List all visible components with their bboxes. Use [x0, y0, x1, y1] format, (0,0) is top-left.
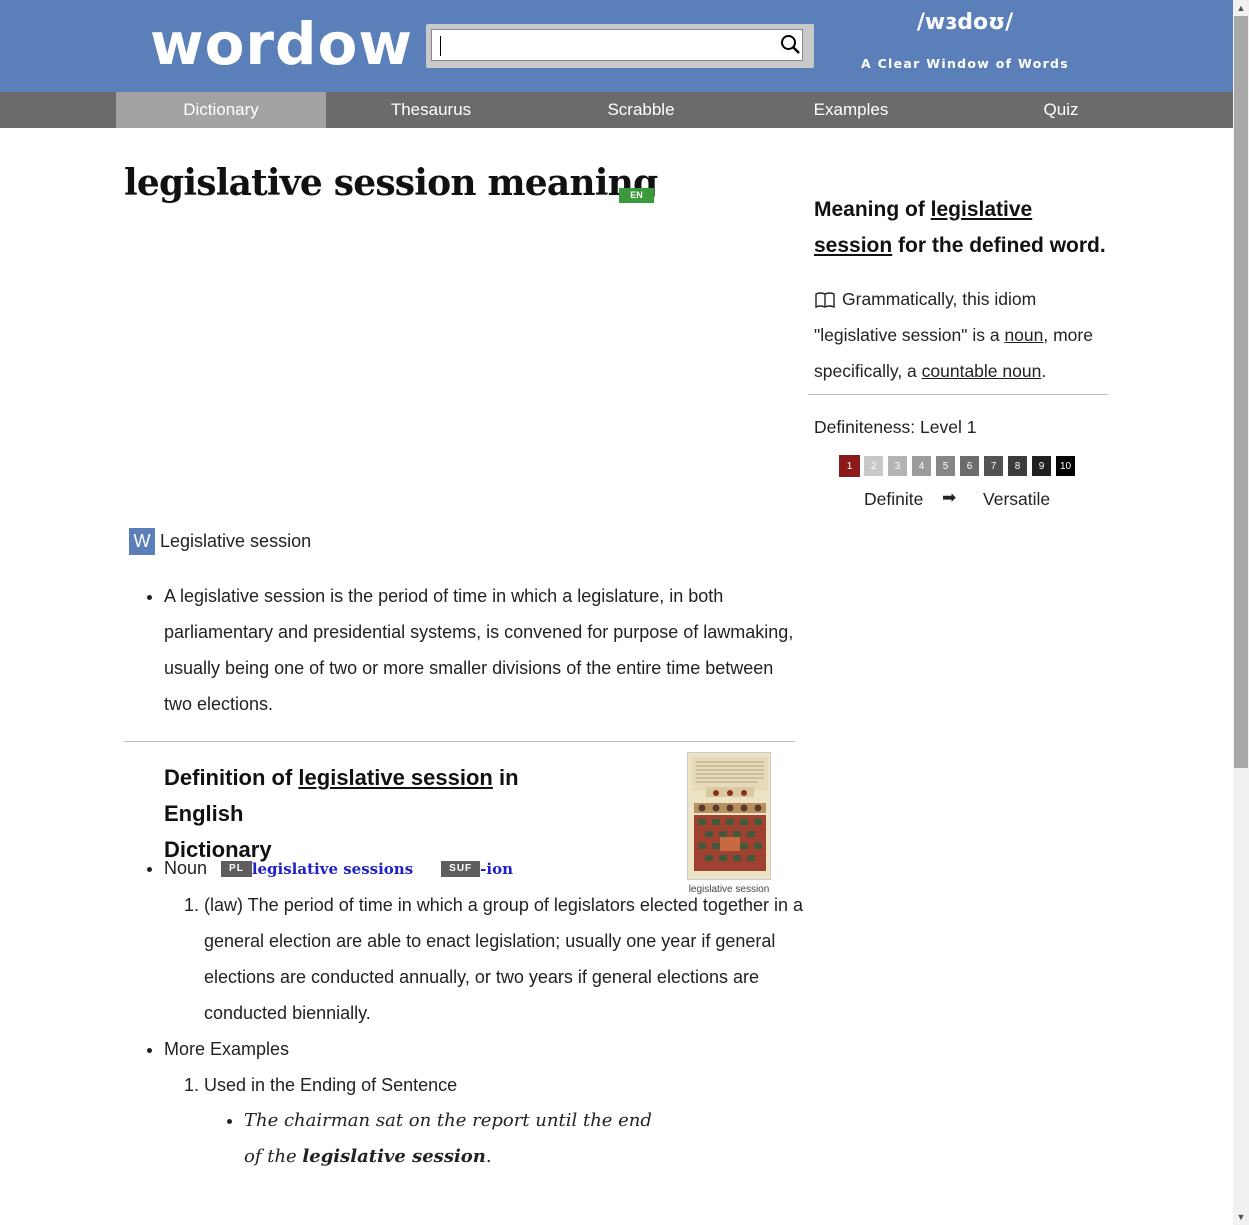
site-header: wordow /wɜdoʊ/ A Clear Window of Words	[0, 0, 1233, 92]
more-examples-item: More Examples Used in the Ending of Sent…	[164, 1031, 824, 1175]
level-5: 5	[935, 455, 956, 477]
example-group-list: Used in the Ending of Sentence The chair…	[164, 1067, 824, 1175]
nav-scrabble[interactable]: Scrabble	[536, 92, 746, 128]
nav-dictionary[interactable]: Dictionary	[116, 92, 326, 128]
site-pronunciation: /wɜdoʊ/	[916, 10, 1014, 35]
definition-heading-prefix: Definition of	[164, 765, 299, 790]
scroll-down-arrow-icon[interactable]: ▼	[1233, 1209, 1249, 1225]
example-text-after: .	[485, 1146, 492, 1167]
wiki-title: Legislative session	[160, 531, 312, 551]
example-sentence: The chairman sat on the report until the…	[244, 1103, 674, 1175]
level-4: 4	[911, 455, 932, 477]
search-input[interactable]	[431, 29, 803, 61]
nav-thesaurus[interactable]: Thesaurus	[326, 92, 536, 128]
nav-examples[interactable]: Examples	[746, 92, 956, 128]
suffix-tag: SUF	[441, 861, 481, 878]
language-badge: EN	[619, 188, 654, 203]
search-icon[interactable]	[780, 34, 800, 54]
nav-quiz[interactable]: Quiz	[956, 92, 1166, 128]
definiteness-label: Definiteness: Level 1	[814, 417, 977, 437]
sidebar-heading-prefix: Meaning of	[814, 198, 931, 221]
example-group-item: Used in the Ending of Sentence The chair…	[204, 1067, 824, 1175]
arrow-right-icon: ➡	[942, 488, 957, 507]
wikipedia-icon: W	[129, 528, 155, 555]
site-tagline: A Clear Window of Words	[860, 56, 1070, 71]
grammar-note: Grammatically, this idiom "legislative s…	[814, 281, 1106, 389]
part-of-speech: Noun	[164, 858, 208, 878]
part-of-speech-item: Noun PLlegislative sessions SUF-ion (law) …	[164, 850, 824, 1031]
level-9: 9	[1031, 455, 1052, 477]
level-6: 6	[959, 455, 980, 477]
main-nav: Dictionary Thesaurus Scrabble Examples Q…	[0, 92, 1233, 128]
page-title: legislative session meaning	[124, 162, 658, 204]
level-7: 7	[983, 455, 1004, 477]
example-highlight: legislative session	[302, 1146, 486, 1167]
wiki-definition-list: A legislative session is the period of t…	[142, 578, 804, 722]
suffix-link[interactable]: -ion	[480, 860, 513, 878]
plural-tag: PL	[221, 861, 252, 878]
text-caret	[440, 36, 441, 56]
vertical-scrollbar[interactable]: ▲ ▼	[1233, 0, 1249, 1225]
page: wordow /wɜdoʊ/ A Clear Window of Words D…	[0, 0, 1233, 1225]
grammar-end: .	[1041, 361, 1047, 381]
more-examples-label: More Examples	[164, 1039, 290, 1059]
sense-item: (law) The period of time in which a grou…	[204, 887, 824, 1031]
wiki-definition: A legislative session is the period of t…	[164, 578, 804, 722]
example-list: The chairman sat on the report until the…	[204, 1103, 824, 1175]
example-group-label: Used in the Ending of Sentence	[204, 1075, 458, 1095]
definition-list: Noun PLlegislative sessions SUF-ion (law) …	[142, 850, 824, 1175]
level-2: 2	[863, 455, 884, 477]
level-3: 3	[887, 455, 908, 477]
sense-list: (law) The period of time in which a grou…	[164, 887, 824, 1031]
grammar-prefix: Grammatically, this idiom "legislative s…	[814, 289, 1037, 345]
level-8: 8	[1007, 455, 1028, 477]
sidebar-heading: Meaning of legislative session for the d…	[814, 192, 1114, 264]
scrollbar-thumb[interactable]	[1234, 16, 1248, 768]
sidebar-heading-suffix: for the defined word.	[892, 234, 1106, 257]
section-divider	[124, 741, 795, 742]
level-10: 10	[1055, 455, 1076, 477]
search-box	[426, 24, 814, 68]
plural-form-link[interactable]: legislative sessions	[252, 860, 413, 878]
scroll-up-arrow-icon[interactable]: ▲	[1233, 0, 1249, 16]
site-logo[interactable]: wordow	[150, 8, 413, 80]
noun-link[interactable]: noun	[1004, 325, 1043, 345]
sidebar-divider	[808, 394, 1108, 395]
book-icon	[815, 292, 835, 309]
scale-left-label: Definite	[864, 489, 924, 509]
countable-noun-link[interactable]: countable noun	[922, 361, 1042, 381]
definition-heading-word-link[interactable]: legislative session	[298, 765, 492, 790]
scale-right-label: Versatile	[983, 489, 1051, 509]
level-1: 1	[839, 455, 860, 477]
